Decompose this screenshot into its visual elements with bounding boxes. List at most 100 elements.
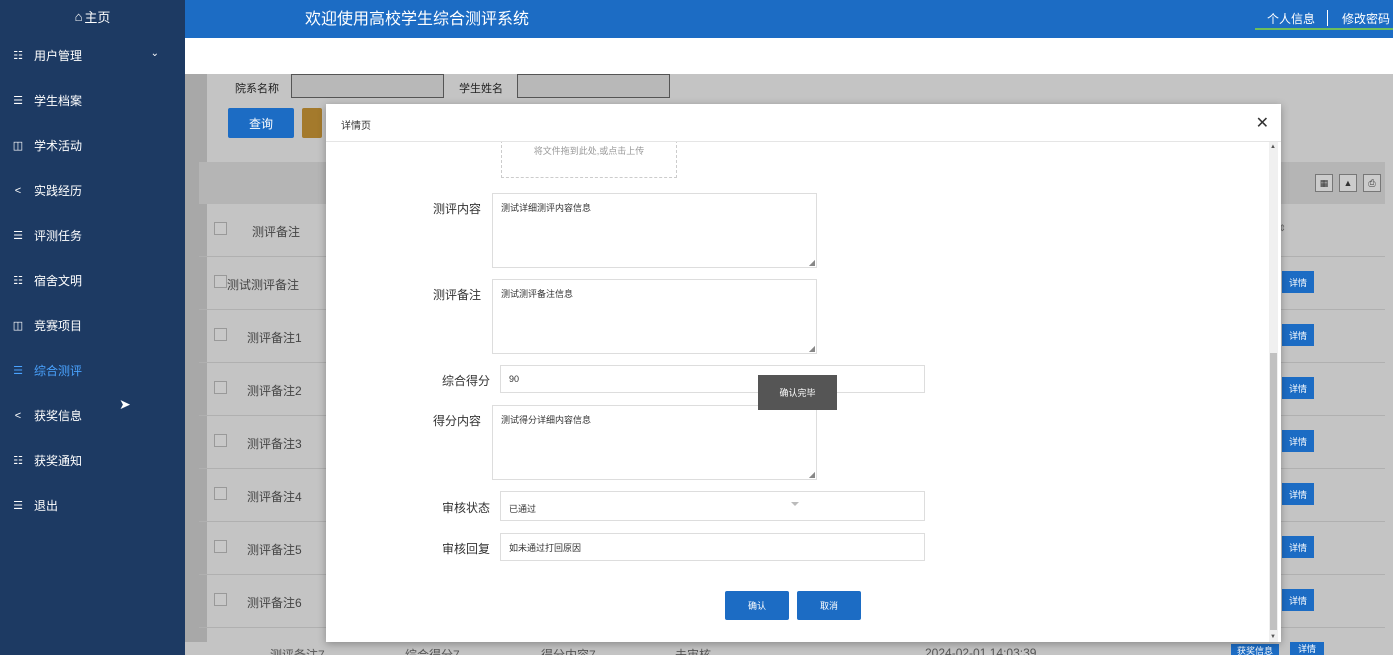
sidebar-item-label: 学术活动 xyxy=(34,139,83,153)
sidebar-item-label: 获奖信息 xyxy=(34,409,83,423)
eval-content-value: 测试详细测评内容信息 xyxy=(501,203,592,213)
resize-grip-icon[interactable]: ◢ xyxy=(809,344,815,353)
confirm-tooltip: 确认完毕 xyxy=(758,375,837,410)
remark-cell: 测评备注4 xyxy=(247,490,302,504)
confirm-button[interactable]: 确认 xyxy=(725,591,789,620)
peek-detail-button[interactable]: 详情 xyxy=(1290,642,1325,655)
table-row-peek: 测评备注7 综合得分7 得分内容7 未审核 2024-02-01 14:03:3… xyxy=(185,642,1393,655)
sidebar-item-label: 综合测评 xyxy=(34,364,83,378)
detail-button[interactable]: 详情 xyxy=(1282,536,1314,558)
mouse-cursor-icon: ➤ xyxy=(119,396,131,412)
row-checkbox[interactable] xyxy=(214,328,227,341)
col-header-remark: 测评备注 xyxy=(251,225,300,239)
eval-content-textarea[interactable]: 测试详细测评内容信息 ◢ xyxy=(492,193,817,268)
dept-input[interactable] xyxy=(291,74,444,98)
home-icon: ⌂ xyxy=(74,9,83,24)
sidebar: ⌂ 主页 ☷ 用户管理 ⌄ ☰ 学生档案 ◫ 学术活动 < 实践经历 ☰ 评测任务 ☷ 宿舍文明 ◫ 竞赛项… xyxy=(0,0,185,655)
sidebar-item-label: 学生档案 xyxy=(34,94,83,108)
peek-status: 未审核 xyxy=(675,648,712,655)
header-links: 个人信息 修改密码 xyxy=(1255,10,1390,27)
chevron-down-icon xyxy=(791,502,799,506)
sidebar-item[interactable]: ☰ 评测任务 xyxy=(0,213,185,258)
book-icon: ◫ xyxy=(12,320,24,332)
detail-button[interactable]: 详情 xyxy=(1282,271,1314,293)
change-password-link[interactable]: 修改密码 xyxy=(1328,10,1390,27)
upload-dropzone[interactable]: 将文件拖到此处,或点击上传 xyxy=(501,142,677,178)
sidebar-menu: ☷ 用户管理 ⌄ ☰ 学生档案 ◫ 学术活动 < 实践经历 ☰ 评测任务 ☷ 宿舍文明 ◫ 竞赛项目 ☰ 综合测… xyxy=(0,33,185,528)
close-icon[interactable]: ✕ xyxy=(1256,113,1269,133)
sidebar-item[interactable]: ☷ 宿舍文明 xyxy=(0,258,185,303)
sidebar-item[interactable]: ☰ 综合测评 xyxy=(0,348,185,393)
scroll-down-icon[interactable]: ▼ xyxy=(1270,634,1276,640)
share-icon: < xyxy=(14,184,22,197)
sidebar-item-label: 获奖通知 xyxy=(34,454,83,468)
detail-button[interactable]: 详情 xyxy=(1282,483,1314,505)
score-input[interactable]: 90 xyxy=(500,365,925,393)
list-icon: ☰ xyxy=(13,95,23,107)
list-icon: ☰ xyxy=(13,365,23,377)
sidebar-home[interactable]: ⌂ 主页 xyxy=(0,0,185,33)
peek-time: 2024-02-01 14:03:39 xyxy=(925,646,1037,655)
share-icon: < xyxy=(14,409,22,422)
sidebar-item[interactable]: ☷ 用户管理 ⌄ xyxy=(0,33,185,78)
review-status-select[interactable]: 已通过 xyxy=(500,491,925,521)
review-reply-input[interactable]: 如未通过打回原因 xyxy=(500,533,925,561)
eval-remark-value: 测试测评备注信息 xyxy=(501,289,574,299)
review-reply-value: 如未通过打回原因 xyxy=(509,542,582,553)
query-button[interactable]: 查询 xyxy=(228,108,294,138)
row-checkbox[interactable] xyxy=(214,275,227,288)
detail-button[interactable]: 详情 xyxy=(1282,324,1314,346)
score-value: 90 xyxy=(509,374,520,384)
remark-cell: 测评备注5 xyxy=(247,543,302,557)
eval-remark-textarea[interactable]: 测试测评备注信息 ◢ xyxy=(492,279,817,354)
page-title: 欢迎使用高校学生综合测评系统 xyxy=(305,11,530,28)
select-all-checkbox[interactable] xyxy=(214,222,227,235)
print-icon[interactable]: ⎙ xyxy=(1363,174,1381,192)
grid-icon: ☷ xyxy=(13,275,23,287)
chevron-down-icon[interactable]: ⌄ xyxy=(151,48,159,59)
resize-grip-icon[interactable]: ◢ xyxy=(809,258,815,267)
name-label: 学生姓名 xyxy=(459,83,503,95)
name-input[interactable] xyxy=(517,74,670,98)
columns-icon[interactable]: ▦ xyxy=(1315,174,1333,192)
score-content-textarea[interactable]: 测试得分详细内容信息 ◢ xyxy=(492,405,817,480)
tool-icons: ▦ ▲ ⎙ xyxy=(1315,174,1381,192)
row-checkbox[interactable] xyxy=(214,593,227,606)
row-checkbox[interactable] xyxy=(214,434,227,447)
review-status-label: 审核状态 xyxy=(441,501,490,515)
sidebar-item-label: 用户管理 xyxy=(34,49,83,63)
row-checkbox[interactable] xyxy=(214,540,227,553)
score-content-value: 测试得分详细内容信息 xyxy=(501,415,592,425)
resize-grip-icon[interactable]: ◢ xyxy=(809,470,815,479)
sidebar-item[interactable]: ◫ 学术活动 xyxy=(0,123,185,168)
modal-body: 将文件拖到此处,或点击上传 测评内容 测试详细测评内容信息 ◢ 测评备注 测试测… xyxy=(326,142,1281,642)
sidebar-item[interactable]: < 获奖信息 xyxy=(0,393,185,438)
eval-content-label: 测评内容 xyxy=(432,202,481,216)
scrollbar-thumb[interactable] xyxy=(1270,353,1277,630)
sidebar-item[interactable]: ☰ 退出 xyxy=(0,483,185,528)
detail-button[interactable]: 详情 xyxy=(1282,589,1314,611)
remark-cell: 测评备注3 xyxy=(247,437,302,451)
export-icon[interactable]: ▲ xyxy=(1339,174,1357,192)
sidebar-item-label: 宿舍文明 xyxy=(34,274,83,288)
remark-cell: 测评备注1 xyxy=(247,331,302,345)
detail-button[interactable]: 详情 xyxy=(1282,430,1314,452)
sidebar-item[interactable]: ◫ 竞赛项目 xyxy=(0,303,185,348)
detail-modal: 详情页 ✕ 将文件拖到此处,或点击上传 测评内容 测试详细测评内容信息 ◢ 测评… xyxy=(326,104,1281,642)
row-checkbox[interactable] xyxy=(214,487,227,500)
modal-scrollbar[interactable]: ▲ ▼ xyxy=(1269,142,1278,642)
sidebar-item[interactable]: ☰ 学生档案 xyxy=(0,78,185,123)
sidebar-item[interactable]: ☷ 获奖通知 xyxy=(0,438,185,483)
reset-button[interactable] xyxy=(302,108,322,138)
list-icon: ☰ xyxy=(13,230,23,242)
scroll-up-icon[interactable]: ▲ xyxy=(1270,144,1276,150)
sidebar-item[interactable]: < 实践经历 xyxy=(0,168,185,213)
peek-score: 综合得分7 xyxy=(405,648,460,655)
row-checkbox[interactable] xyxy=(214,381,227,394)
cancel-button[interactable]: 取消 xyxy=(797,591,861,620)
peek-tag[interactable]: 获奖信息 xyxy=(1231,644,1280,655)
detail-button[interactable]: 详情 xyxy=(1282,377,1314,399)
sidebar-item-label: 实践经历 xyxy=(34,184,83,198)
sidebar-item-label: 退出 xyxy=(34,499,59,513)
profile-link[interactable]: 个人信息 xyxy=(1255,10,1327,27)
